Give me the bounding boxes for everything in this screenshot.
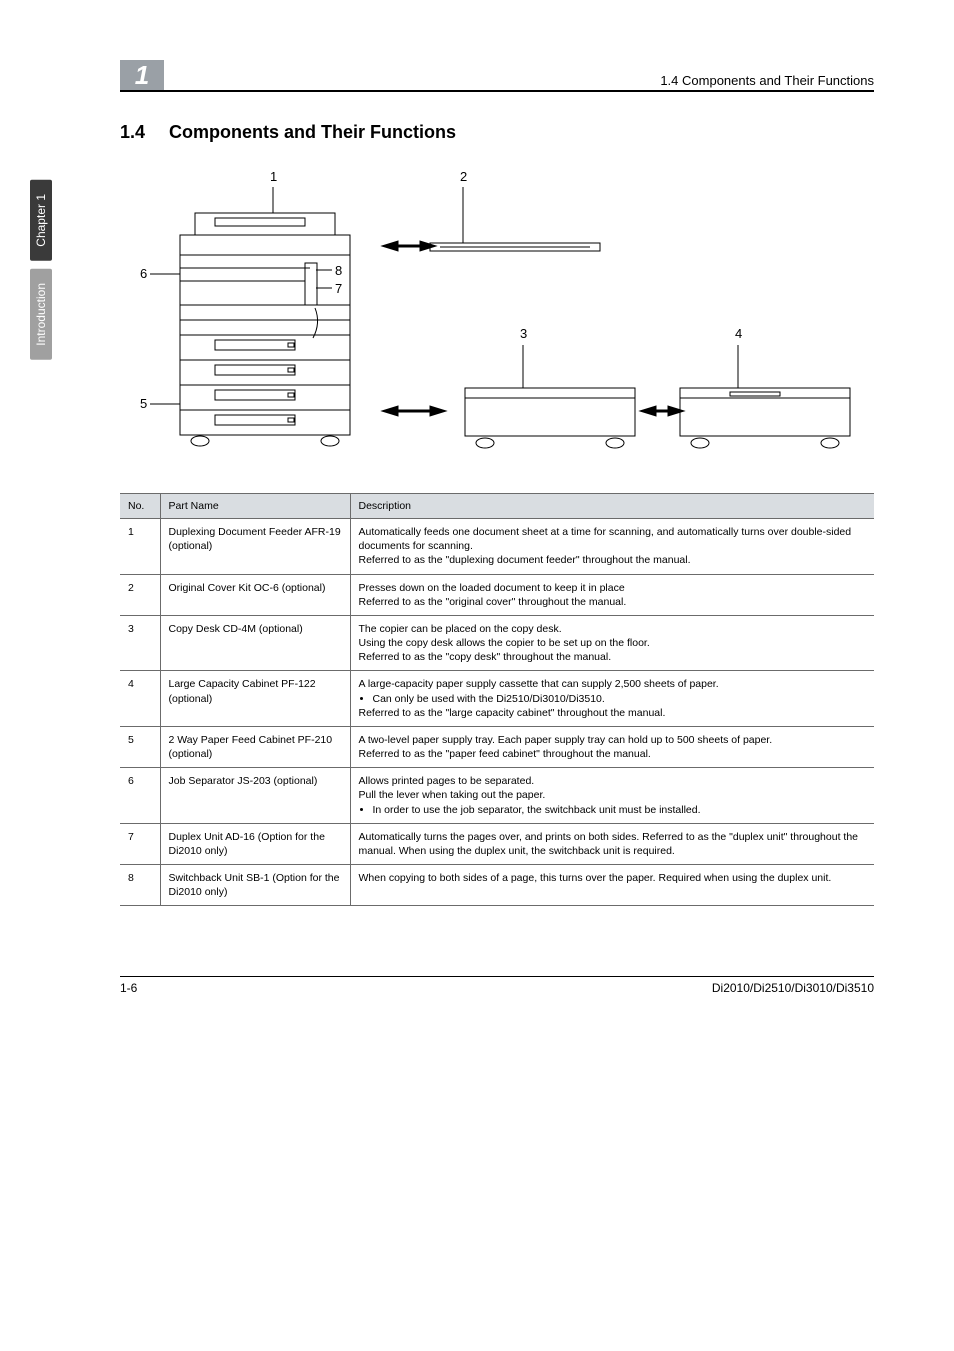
diagram-callout-2: 2 — [460, 169, 467, 184]
diagram-callout-5: 5 — [140, 396, 147, 411]
table-row: 2 Original Cover Kit OC-6 (optional) Pre… — [120, 574, 874, 615]
cell-desc: The copier can be placed on the copy des… — [350, 615, 874, 671]
diagram-callout-6: 6 — [140, 266, 147, 281]
footer-page-number: 1-6 — [120, 981, 137, 995]
table-header-desc: Description — [350, 494, 874, 519]
cell-no: 4 — [120, 671, 160, 727]
cell-desc-bullet: In order to use the job separator, the s… — [373, 803, 867, 817]
cell-desc: A two-level paper supply tray. Each pape… — [350, 726, 874, 767]
table-row: 5 2 Way Paper Feed Cabinet PF-210 (optio… — [120, 726, 874, 767]
components-diagram: 1 2 3 4 5 6 7 8 — [120, 163, 874, 473]
cell-part: Switchback Unit SB-1 (Option for the Di2… — [160, 865, 350, 906]
cell-desc: Automatically feeds one document sheet a… — [350, 519, 874, 575]
cell-desc: Automatically turns the pages over, and … — [350, 823, 874, 864]
cell-part: Large Capacity Cabinet PF-122 (optional) — [160, 671, 350, 727]
cell-desc-pre: A large-capacity paper supply cassette t… — [359, 678, 719, 690]
sidebar-tab-section: Introduction — [30, 269, 52, 360]
cell-no: 1 — [120, 519, 160, 575]
section-number: 1.4 — [120, 122, 145, 143]
cell-no: 8 — [120, 865, 160, 906]
section-title: Components and Their Functions — [169, 122, 456, 143]
table-row: 3 Copy Desk CD-4M (optional) The copier … — [120, 615, 874, 671]
sidebar-tabs: Chapter 1 Introduction — [30, 180, 52, 359]
chapter-number-badge: 1 — [120, 60, 164, 90]
table-row: 4 Large Capacity Cabinet PF-122 (optiona… — [120, 671, 874, 727]
sidebar-tab-chapter: Chapter 1 — [30, 180, 52, 261]
table-header-part: Part Name — [160, 494, 350, 519]
cell-no: 6 — [120, 768, 160, 824]
cell-part: 2 Way Paper Feed Cabinet PF-210 (optiona… — [160, 726, 350, 767]
diagram-callout-7: 7 — [335, 281, 342, 296]
cell-part: Job Separator JS-203 (optional) — [160, 768, 350, 824]
cell-no: 5 — [120, 726, 160, 767]
cell-no: 2 — [120, 574, 160, 615]
cell-no: 7 — [120, 823, 160, 864]
page-footer: 1-6 Di2010/Di2510/Di3010/Di3510 — [120, 976, 874, 995]
table-row: 6 Job Separator JS-203 (optional) Allows… — [120, 768, 874, 824]
cell-desc: Presses down on the loaded document to k… — [350, 574, 874, 615]
diagram-callout-3: 3 — [520, 326, 527, 341]
cell-part: Duplex Unit AD-16 (Option for the Di2010… — [160, 823, 350, 864]
table-row: 7 Duplex Unit AD-16 (Option for the Di20… — [120, 823, 874, 864]
diagram-svg: 1 2 3 4 5 6 7 8 — [120, 163, 880, 473]
diagram-callout-1: 1 — [270, 169, 277, 184]
cell-part: Original Cover Kit OC-6 (optional) — [160, 574, 350, 615]
cell-desc-pre: Allows printed pages to be separated.Pul… — [359, 775, 546, 801]
cell-desc: When copying to both sides of a page, th… — [350, 865, 874, 906]
cell-part: Copy Desk CD-4M (optional) — [160, 615, 350, 671]
footer-models: Di2010/Di2510/Di3010/Di3510 — [712, 981, 874, 995]
running-header-title: 1.4 Components and Their Functions — [660, 73, 874, 88]
cell-part: Duplexing Document Feeder AFR-19 (option… — [160, 519, 350, 575]
section-heading: 1.4 Components and Their Functions — [120, 122, 874, 143]
cell-no: 3 — [120, 615, 160, 671]
cell-desc-bullet: Can only be used with the Di2510/Di3010/… — [373, 692, 867, 706]
cell-desc-post: Referred to as the "large capacity cabin… — [359, 707, 666, 719]
table-row: 1 Duplexing Document Feeder AFR-19 (opti… — [120, 519, 874, 575]
diagram-callout-4: 4 — [735, 326, 742, 341]
table-header-no: No. — [120, 494, 160, 519]
components-table: No. Part Name Description 1 Duplexing Do… — [120, 493, 874, 906]
page-header: 1 1.4 Components and Their Functions — [120, 60, 874, 92]
diagram-callout-8: 8 — [335, 263, 342, 278]
cell-desc: A large-capacity paper supply cassette t… — [350, 671, 874, 727]
cell-desc: Allows printed pages to be separated.Pul… — [350, 768, 874, 824]
table-row: 8 Switchback Unit SB-1 (Option for the D… — [120, 865, 874, 906]
